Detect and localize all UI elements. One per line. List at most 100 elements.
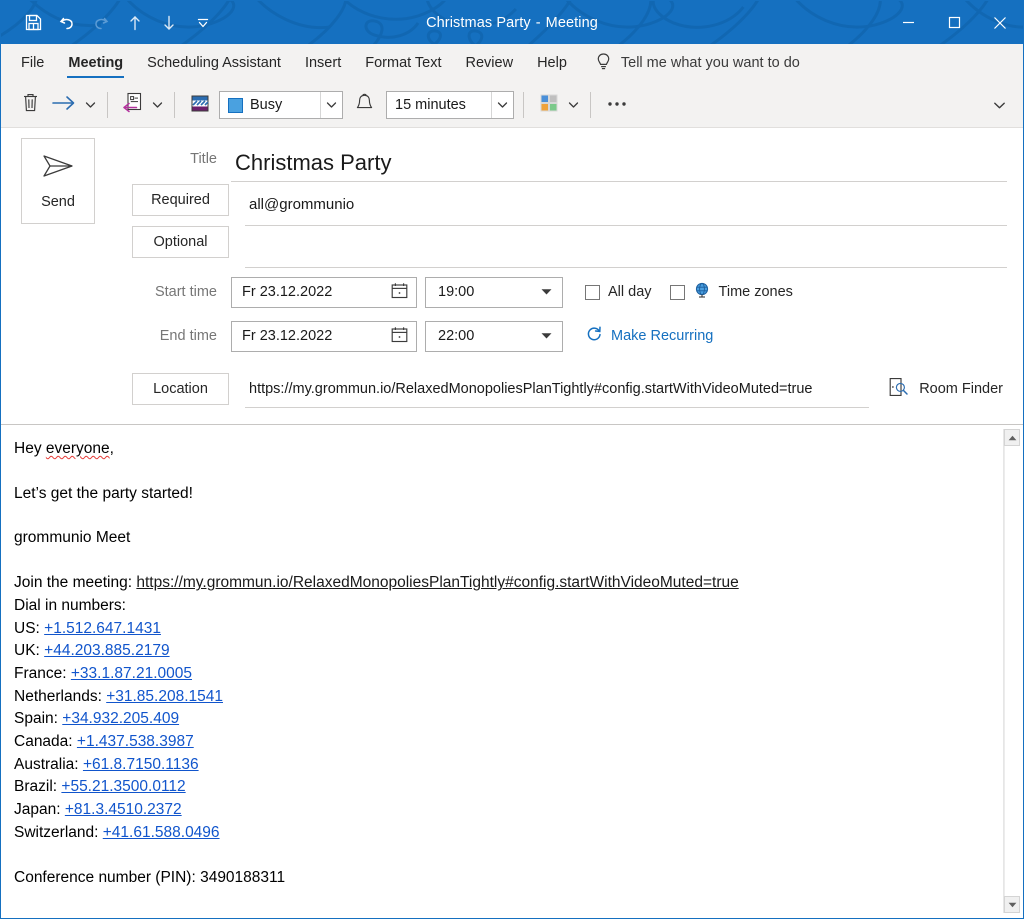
tab-review[interactable]: Review (454, 44, 526, 82)
dial-in-number-link[interactable]: +61.8.7150.1136 (83, 756, 199, 773)
dial-in-number-link[interactable]: +41.61.588.0496 (103, 824, 220, 841)
dial-in-number-link[interactable]: +81.3.4510.2372 (65, 801, 182, 818)
tell-me-search[interactable]: Tell me what you want to do (579, 44, 800, 82)
title-bar: Christmas Party - Meeting (1, 1, 1023, 44)
end-date-input[interactable]: Fr 23.12.2022 (231, 320, 417, 352)
time-zones-checkbox-box[interactable] (669, 284, 685, 300)
bell-icon (354, 92, 375, 119)
dial-in-row: Japan: +81.3.4510.2372 (14, 799, 983, 822)
time-zones-label: Time zones (718, 284, 793, 300)
minimize-button[interactable] (885, 1, 931, 44)
dial-in-country: Canada: (14, 733, 73, 751)
dial-in-row: France: +33.1.87.21.0005 (14, 663, 983, 686)
location-button[interactable]: Location (132, 373, 229, 405)
body-scrollbar[interactable] (1003, 429, 1020, 913)
required-attendees-input[interactable]: all@grommunio (245, 184, 1007, 226)
dial-in-row: Netherlands: +31.85.208.1541 (14, 686, 983, 709)
title-input[interactable]: Christmas Party (231, 136, 1007, 182)
tab-scheduling-assistant[interactable]: Scheduling Assistant (135, 44, 293, 82)
start-date-input[interactable]: Fr 23.12.2022 (231, 276, 417, 308)
forward-button[interactable] (46, 89, 82, 121)
tab-insert[interactable]: Insert (293, 44, 353, 82)
ribbon-separator (107, 92, 108, 118)
end-time-label: End time (159, 328, 217, 344)
send-arrow-icon (40, 153, 76, 184)
tab-help[interactable]: Help (525, 44, 579, 82)
calendar-icon[interactable] (390, 325, 409, 348)
dial-in-number-link[interactable]: +1.437.538.3987 (77, 733, 194, 750)
save-icon[interactable] (17, 8, 49, 38)
make-recurring-button[interactable]: Make Recurring (585, 325, 713, 347)
all-day-checkbox-box[interactable] (585, 284, 600, 300)
show-as-dropdown-icon[interactable] (320, 92, 342, 118)
dial-in-header: Dial in numbers: (14, 596, 126, 614)
end-time-dropdown-icon[interactable] (540, 328, 553, 344)
more-options-button[interactable] (600, 89, 634, 121)
dial-in-row: Switzerland: +41.61.588.0496 (14, 822, 983, 845)
trash-icon (20, 91, 41, 119)
response-options-button[interactable] (117, 89, 149, 121)
scroll-up-arrow-icon[interactable] (1004, 429, 1020, 446)
reminder-combobox[interactable]: 15 minutes (386, 91, 514, 119)
end-time-combobox[interactable]: 22:00 (425, 320, 563, 352)
categorize-button[interactable] (533, 89, 565, 121)
previous-item-icon[interactable] (119, 8, 151, 38)
forward-dropdown-icon[interactable] (82, 89, 98, 121)
misspelled-word: everyone (45, 440, 110, 457)
location-input[interactable]: https://my.grommun.io/RelaxedMonopoliesP… (245, 370, 870, 408)
location-button-wrap: Location (131, 373, 245, 405)
show-as-combobox[interactable]: Busy (219, 91, 343, 119)
required-button-wrap: Required (131, 184, 245, 216)
optional-attendees-input[interactable] (245, 226, 1007, 268)
delete-button[interactable] (15, 89, 46, 121)
tab-file[interactable]: File (9, 44, 56, 82)
meeting-window: Christmas Party - Meeting File Meeting S… (0, 0, 1024, 919)
start-time-dropdown-icon[interactable] (540, 284, 553, 300)
room-finder-label: Room Finder (919, 381, 1003, 397)
join-prefix: Join the meeting: (14, 574, 137, 592)
response-options-dropdown-icon[interactable] (149, 89, 165, 121)
join-meeting-link[interactable]: https://my.grommun.io/RelaxedMonopoliesP… (136, 574, 738, 591)
time-zones-checkbox[interactable]: Time zones (669, 281, 793, 304)
start-time-combobox[interactable]: 19:00 (425, 276, 563, 308)
title-row: Title Christmas Party (131, 136, 1007, 182)
undo-icon[interactable] (51, 8, 83, 38)
message-body-editor[interactable]: Hey everyone, Let’s get the party starte… (1, 425, 1003, 916)
next-item-icon[interactable] (153, 8, 185, 38)
optional-button-wrap: Optional (131, 226, 245, 258)
customize-quick-access-icon[interactable] (187, 8, 219, 38)
calendar-icon[interactable] (390, 281, 409, 304)
dial-in-number-link[interactable]: +55.21.3500.0112 (61, 778, 185, 795)
all-day-checkbox[interactable]: All day (585, 284, 652, 300)
optional-button[interactable]: Optional (132, 226, 229, 258)
close-button[interactable] (977, 1, 1023, 44)
room-finder-button[interactable]: Room Finder (887, 376, 1007, 402)
dial-in-country: France: (14, 664, 67, 682)
reminder-dropdown-icon[interactable] (491, 92, 513, 118)
window-controls (885, 1, 1023, 44)
redo-icon[interactable] (85, 8, 117, 38)
dial-in-number-link[interactable]: +31.85.208.1541 (106, 688, 223, 705)
dial-in-number-link[interactable]: +34.932.205.409 (62, 710, 179, 727)
reminder-button[interactable] (349, 89, 380, 121)
globe-icon (693, 281, 711, 304)
tab-format-text[interactable]: Format Text (353, 44, 453, 82)
dial-in-number-link[interactable]: +44.203.885.2179 (44, 642, 169, 659)
show-as-button[interactable] (184, 89, 216, 121)
tab-meeting[interactable]: Meeting (56, 44, 135, 82)
dial-in-number-link[interactable]: +1.512.647.1431 (44, 620, 161, 637)
send-button[interactable]: Send (21, 138, 95, 224)
collapse-ribbon-button[interactable] (987, 93, 1011, 117)
required-row: Required all@grommunio (131, 184, 1007, 226)
required-button[interactable]: Required (132, 184, 229, 216)
end-time-value: 22:00 (438, 328, 475, 344)
ribbon-command-bar: Busy 15 minutes (1, 83, 1023, 128)
optional-row: Optional (131, 226, 1007, 268)
dial-in-number-link[interactable]: +33.1.87.21.0005 (71, 665, 192, 682)
maximize-button[interactable] (931, 1, 977, 44)
day-options: All day Time zones (585, 281, 793, 304)
dial-in-row: UK: +44.203.885.2179 (14, 640, 983, 663)
scroll-down-arrow-icon[interactable] (1004, 896, 1020, 913)
categorize-dropdown-icon[interactable] (565, 89, 581, 121)
scrollbar-track[interactable] (1004, 446, 1020, 896)
